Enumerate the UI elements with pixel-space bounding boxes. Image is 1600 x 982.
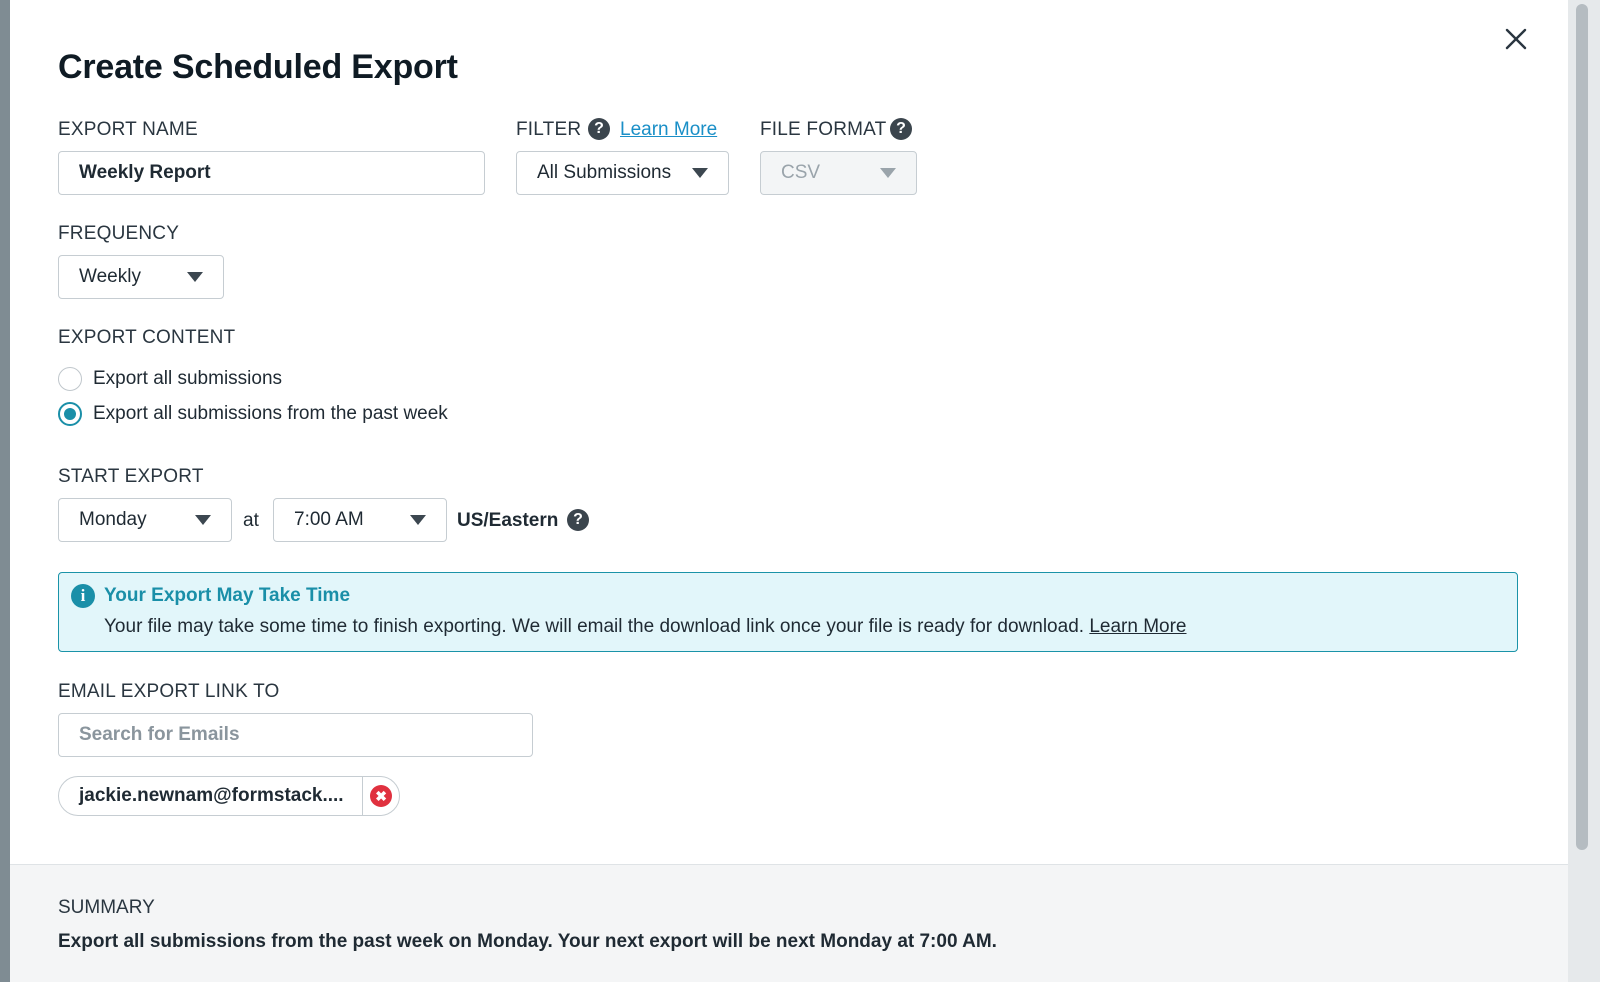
radio-export-past-week[interactable]: Export all submissions from the past wee… xyxy=(58,402,448,426)
start-time-select-value: 7:00 AM xyxy=(294,509,364,530)
filter-label: FILTER xyxy=(516,119,582,140)
filter-select-value: All Submissions xyxy=(537,162,672,183)
export-name-label: EXPORT NAME xyxy=(58,119,198,140)
filter-help-icon[interactable]: ? xyxy=(588,118,610,140)
frequency-select-value: Weekly xyxy=(79,266,141,287)
file-format-label: FILE FORMAT xyxy=(760,119,887,140)
scrollbar-thumb[interactable] xyxy=(1576,4,1588,850)
radio-button-checked[interactable] xyxy=(58,402,82,426)
frequency-label: FREQUENCY xyxy=(58,223,180,244)
summary-text: Export all submissions from the past wee… xyxy=(58,931,997,952)
start-time-select[interactable]: 7:00 AM xyxy=(273,498,447,542)
alert-body-text: Your file may take some time to finish e… xyxy=(104,616,1085,637)
start-export-label: START EXPORT xyxy=(58,466,204,487)
export-time-alert: i Your Export May Take Time Your file ma… xyxy=(58,572,1518,652)
email-chip-text: jackie.newnam@formstack.... xyxy=(79,785,344,806)
file-format-help-icon[interactable]: ? xyxy=(890,118,912,140)
chevron-down-icon xyxy=(880,168,896,178)
chevron-down-icon xyxy=(195,515,211,525)
frequency-select[interactable]: Weekly xyxy=(58,255,224,299)
at-text: at xyxy=(243,510,259,531)
radio-export-all[interactable]: Export all submissions xyxy=(58,367,282,391)
chevron-down-icon xyxy=(410,515,426,525)
info-icon: i xyxy=(71,584,95,608)
email-chip: jackie.newnam@formstack.... ✖ xyxy=(58,776,401,816)
start-day-select-value: Monday xyxy=(79,509,147,530)
radio-label: Export all submissions xyxy=(93,368,283,389)
email-label: EMAIL EXPORT LINK TO xyxy=(58,681,280,702)
export-content-label: EXPORT CONTENT xyxy=(58,327,236,348)
alert-learn-more-link[interactable]: Learn More xyxy=(1089,616,1186,637)
alert-title: Your Export May Take Time xyxy=(104,585,351,606)
file-format-select: CSV xyxy=(760,151,917,195)
summary-footer: SUMMARY Export all submissions from the … xyxy=(10,864,1568,982)
chevron-down-icon xyxy=(692,168,708,178)
timezone-text: US/Eastern xyxy=(457,510,559,531)
start-day-select[interactable]: Monday xyxy=(58,498,232,542)
timezone-help-icon[interactable]: ? xyxy=(567,509,589,531)
scheduled-export-dialog: Create Scheduled Export EXPORT NAME FILT… xyxy=(10,0,1568,982)
scrollbar[interactable] xyxy=(1568,0,1600,982)
filter-learn-more-link[interactable]: Learn More xyxy=(620,119,717,141)
alert-body: Your file may take some time to finish e… xyxy=(104,616,1187,638)
dialog-title: Create Scheduled Export xyxy=(58,48,458,86)
chevron-down-icon xyxy=(187,272,203,282)
filter-select[interactable]: All Submissions xyxy=(516,151,729,195)
radio-button[interactable] xyxy=(58,367,82,391)
summary-label: SUMMARY xyxy=(58,897,155,918)
radio-label: Export all submissions from the past wee… xyxy=(93,403,448,424)
export-name-input[interactable] xyxy=(58,151,485,195)
close-icon[interactable] xyxy=(1501,24,1531,54)
remove-x-icon: ✖ xyxy=(370,785,393,807)
remove-email-button[interactable]: ✖ xyxy=(363,777,399,815)
file-format-select-value: CSV xyxy=(781,162,821,183)
email-search-input[interactable] xyxy=(58,713,533,757)
